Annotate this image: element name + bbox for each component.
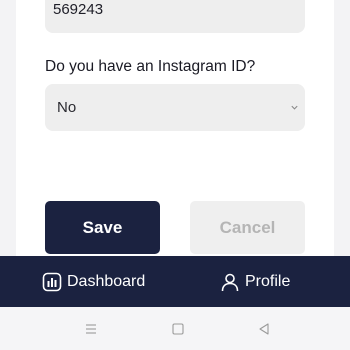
phone-input-value: 569243 [53,1,104,18]
form-card: 569243 Do you have an Instagram ID? No S… [16,0,334,256]
nav-dashboard-label: Dashboard [67,272,146,290]
chart-icon [42,272,62,291]
chevron-down-icon [291,105,298,110]
phone-input[interactable]: 569243 [45,0,305,33]
nav-profile-label: Profile [245,272,291,290]
home-icon[interactable] [170,321,186,337]
instagram-question-label: Do you have an Instagram ID? [45,58,256,75]
cancel-button[interactable]: Cancel [190,201,305,254]
system-navigation-bar [0,307,350,350]
user-icon [221,273,239,291]
instagram-select-value: No [57,99,77,116]
nav-dashboard[interactable]: Dashboard [42,256,145,307]
menu-icon[interactable] [83,321,99,337]
bottom-nav: Dashboard Profile [0,256,350,307]
screen: 569243 Do you have an Instagram ID? No S… [0,0,350,350]
save-button[interactable]: Save [45,201,160,254]
nav-profile[interactable]: Profile [220,256,290,307]
back-icon[interactable] [256,321,272,337]
instagram-select[interactable]: No [45,84,305,131]
